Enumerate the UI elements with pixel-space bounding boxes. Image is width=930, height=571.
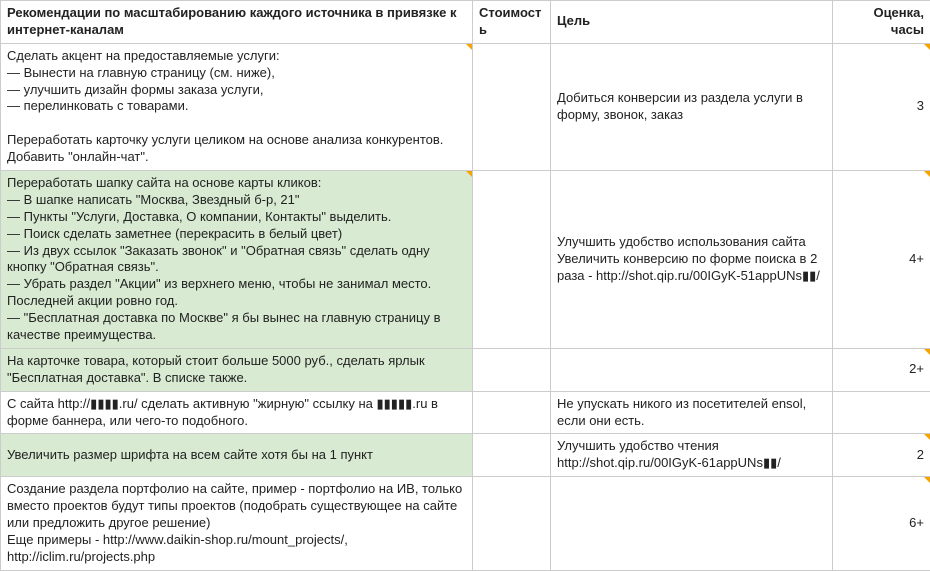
cell-cost [473,391,551,434]
table-row: Сделать акцент на предоставляемые услуги… [1,43,930,170]
cell-cost [473,171,551,349]
col-header-est: Оценка, часы [833,1,930,44]
cell-rec: С сайта http://▮▮▮▮.ru/ сделать активную… [1,391,473,434]
cell-est: 4+ [833,171,930,349]
table-row: С сайта http://▮▮▮▮.ru/ сделать активную… [1,391,930,434]
cell-est: 2 [833,434,930,477]
cell-est: 6+ [833,477,930,570]
cell-rec: На карточке товара, который стоит больше… [1,348,473,391]
col-header-goal: Цель [551,1,833,44]
cell-est: 3 [833,43,930,170]
col-header-rec: Рекомендации по масштабированию каждого … [1,1,473,44]
cell-goal: Добиться конверсии из раздела услуги в ф… [551,43,833,170]
col-header-cost: Стоимость [473,1,551,44]
recommendations-table: Рекомендации по масштабированию каждого … [0,0,930,571]
cell-est: 2+ [833,348,930,391]
cell-goal [551,348,833,391]
cell-goal: Не упускать никого из посетителей ensol,… [551,391,833,434]
cell-cost [473,434,551,477]
cell-cost [473,348,551,391]
cell-rec: Переработать шапку сайта на основе карты… [1,171,473,349]
cell-cost [473,43,551,170]
cell-rec: Увеличить размер шрифта на всем сайте хо… [1,434,473,477]
cell-goal [551,477,833,570]
cell-rec: Создание раздела портфолио на сайте, при… [1,477,473,570]
table-row: Создание раздела портфолио на сайте, при… [1,477,930,570]
table-row: Увеличить размер шрифта на всем сайте хо… [1,434,930,477]
cell-cost [473,477,551,570]
table-header-row: Рекомендации по масштабированию каждого … [1,1,930,44]
cell-rec: Сделать акцент на предоставляемые услуги… [1,43,473,170]
table-row: Переработать шапку сайта на основе карты… [1,171,930,349]
table-row: На карточке товара, который стоит больше… [1,348,930,391]
cell-est [833,391,930,434]
cell-goal: Улучшить удобство чтения http://shot.qip… [551,434,833,477]
cell-goal: Улучшить удобство использования сайта Ув… [551,171,833,349]
